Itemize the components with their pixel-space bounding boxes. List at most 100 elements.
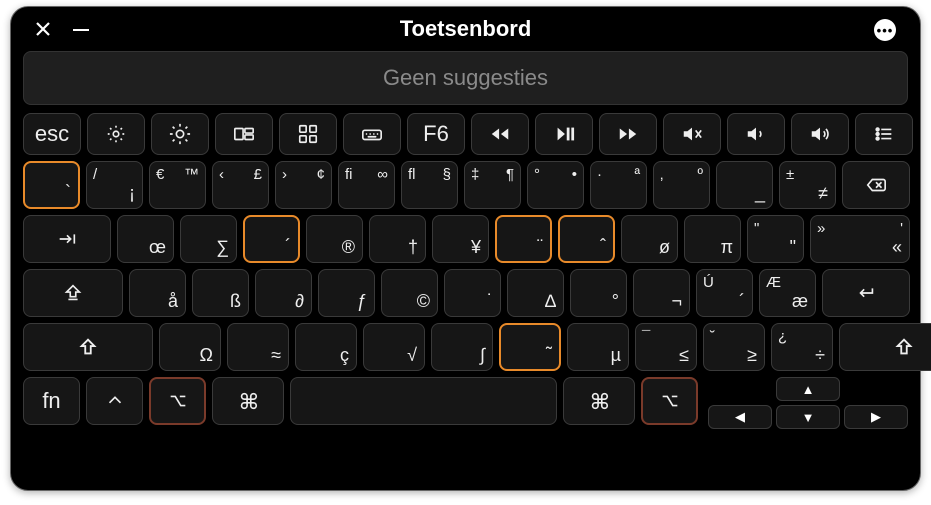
key-b[interactable]: ∫ xyxy=(431,323,493,371)
key-period[interactable]: ˘≥ xyxy=(703,323,765,371)
key-option-left[interactable] xyxy=(149,377,206,425)
key-bracket-close[interactable]: »'« xyxy=(810,215,910,263)
backspace-icon xyxy=(865,174,887,196)
key-tab[interactable] xyxy=(23,215,111,263)
key-keyboard-light[interactable] xyxy=(343,113,401,155)
key-1[interactable]: /¡ xyxy=(86,161,143,209)
key-k[interactable]: ° xyxy=(570,269,627,317)
key-bracket-open[interactable]: "" xyxy=(747,215,804,263)
opt-icon xyxy=(167,390,189,412)
key-m[interactable]: µ xyxy=(567,323,629,371)
key-equals[interactable]: ±≠ xyxy=(779,161,836,209)
key-esc[interactable]: esc xyxy=(23,113,81,155)
arrow-left-key[interactable]: ◀ xyxy=(708,405,772,429)
list-icon xyxy=(873,123,895,145)
close-button[interactable] xyxy=(35,21,51,37)
key-v[interactable]: √ xyxy=(363,323,425,371)
key-f[interactable]: ƒ xyxy=(318,269,375,317)
key-comma[interactable]: ¯≤ xyxy=(635,323,697,371)
window-title: Toetsenbord xyxy=(400,16,532,42)
more-options-button[interactable]: ••• xyxy=(874,19,896,41)
key-minus[interactable]: _ xyxy=(716,161,773,209)
key-0[interactable]: ‚º xyxy=(653,161,710,209)
key-backspace[interactable] xyxy=(842,161,910,209)
key-w[interactable]: ∑ xyxy=(180,215,237,263)
key-a[interactable]: å xyxy=(129,269,186,317)
return-icon xyxy=(855,282,877,304)
key-o[interactable]: ø xyxy=(621,215,678,263)
key-y[interactable]: ¥ xyxy=(432,215,489,263)
key-t[interactable]: † xyxy=(369,215,426,263)
key-f6[interactable]: F6 xyxy=(407,113,465,155)
key-p[interactable]: π xyxy=(684,215,741,263)
key-z[interactable]: Ω xyxy=(159,323,221,371)
key-control[interactable] xyxy=(86,377,143,425)
arrow-up-key[interactable]: ▲ xyxy=(776,377,840,401)
key-r[interactable]: ® xyxy=(306,215,363,263)
key-brightness-down[interactable] xyxy=(87,113,145,155)
titlebar: Toetsenbord ••• xyxy=(23,7,908,51)
key-mission-control[interactable] xyxy=(215,113,273,155)
key-shift-left[interactable] xyxy=(23,323,153,371)
key-volume-down[interactable] xyxy=(727,113,785,155)
ctrl-icon xyxy=(104,390,126,412)
key-g[interactable]: © xyxy=(381,269,438,317)
mute-icon xyxy=(681,123,703,145)
arrow-down-key[interactable]: ▼ xyxy=(776,405,840,429)
key-4[interactable]: ›¢ xyxy=(275,161,332,209)
key-q[interactable]: œ xyxy=(117,215,174,263)
key-mute[interactable] xyxy=(663,113,721,155)
shift-icon xyxy=(77,336,99,358)
key-quote[interactable]: Ææ xyxy=(759,269,816,317)
key-i[interactable]: ˆ xyxy=(558,215,615,263)
opt-icon xyxy=(659,390,681,412)
suggestion-bar: Geen suggesties xyxy=(23,51,908,105)
key-play-pause[interactable] xyxy=(535,113,593,155)
key-6[interactable]: fl§ xyxy=(401,161,458,209)
key-c[interactable]: ç xyxy=(295,323,357,371)
key-shift-right[interactable] xyxy=(839,323,931,371)
key-return[interactable] xyxy=(822,269,910,317)
key-command-right[interactable] xyxy=(563,377,635,425)
key-volume-up[interactable] xyxy=(791,113,849,155)
key-command-left[interactable] xyxy=(212,377,284,425)
key-fn[interactable]: fn xyxy=(23,377,80,425)
key-d[interactable]: ∂ xyxy=(255,269,312,317)
key-h[interactable]: ˙ xyxy=(444,269,501,317)
key-8[interactable]: °• xyxy=(527,161,584,209)
shift-arrow-icon xyxy=(62,282,84,304)
key-forward[interactable] xyxy=(599,113,657,155)
key-brightness-up[interactable] xyxy=(151,113,209,155)
key-l[interactable]: ¬ xyxy=(633,269,690,317)
tab-icon xyxy=(56,228,78,250)
key-semicolon[interactable]: Ú´ xyxy=(696,269,753,317)
key-e[interactable]: ´ xyxy=(243,215,300,263)
key-u[interactable]: ¨ xyxy=(495,215,552,263)
minimize-button[interactable] xyxy=(73,29,89,31)
key-x[interactable]: ≈ xyxy=(227,323,289,371)
key-5[interactable]: fi∞ xyxy=(338,161,395,209)
key-n[interactable]: ˜ xyxy=(499,323,561,371)
grid-icon xyxy=(297,123,319,145)
kbd-icon xyxy=(361,123,383,145)
key-shift-lock[interactable] xyxy=(23,269,123,317)
key-3[interactable]: ‹£ xyxy=(212,161,269,209)
key-launchpad[interactable] xyxy=(279,113,337,155)
key-slash[interactable]: ¿÷ xyxy=(771,323,833,371)
bright-high-icon xyxy=(169,123,191,145)
key-2[interactable]: €™ xyxy=(149,161,206,209)
key-list[interactable] xyxy=(855,113,913,155)
keyboard-viewer-window: Toetsenbord ••• Geen suggesties esc F6 `/… xyxy=(10,6,921,491)
ffw-icon xyxy=(617,123,639,145)
key-space[interactable] xyxy=(290,377,557,425)
key-7[interactable]: ‡¶ xyxy=(464,161,521,209)
key-9[interactable]: ·ª xyxy=(590,161,647,209)
vol-high-icon xyxy=(809,123,831,145)
key-j[interactable]: ∆ xyxy=(507,269,564,317)
key-s[interactable]: ß xyxy=(192,269,249,317)
arrow-right-key[interactable]: ▶ xyxy=(844,405,908,429)
key-rewind[interactable] xyxy=(471,113,529,155)
key-option-right[interactable] xyxy=(641,377,698,425)
play-icon xyxy=(553,123,575,145)
key-backtick[interactable]: ` xyxy=(23,161,80,209)
